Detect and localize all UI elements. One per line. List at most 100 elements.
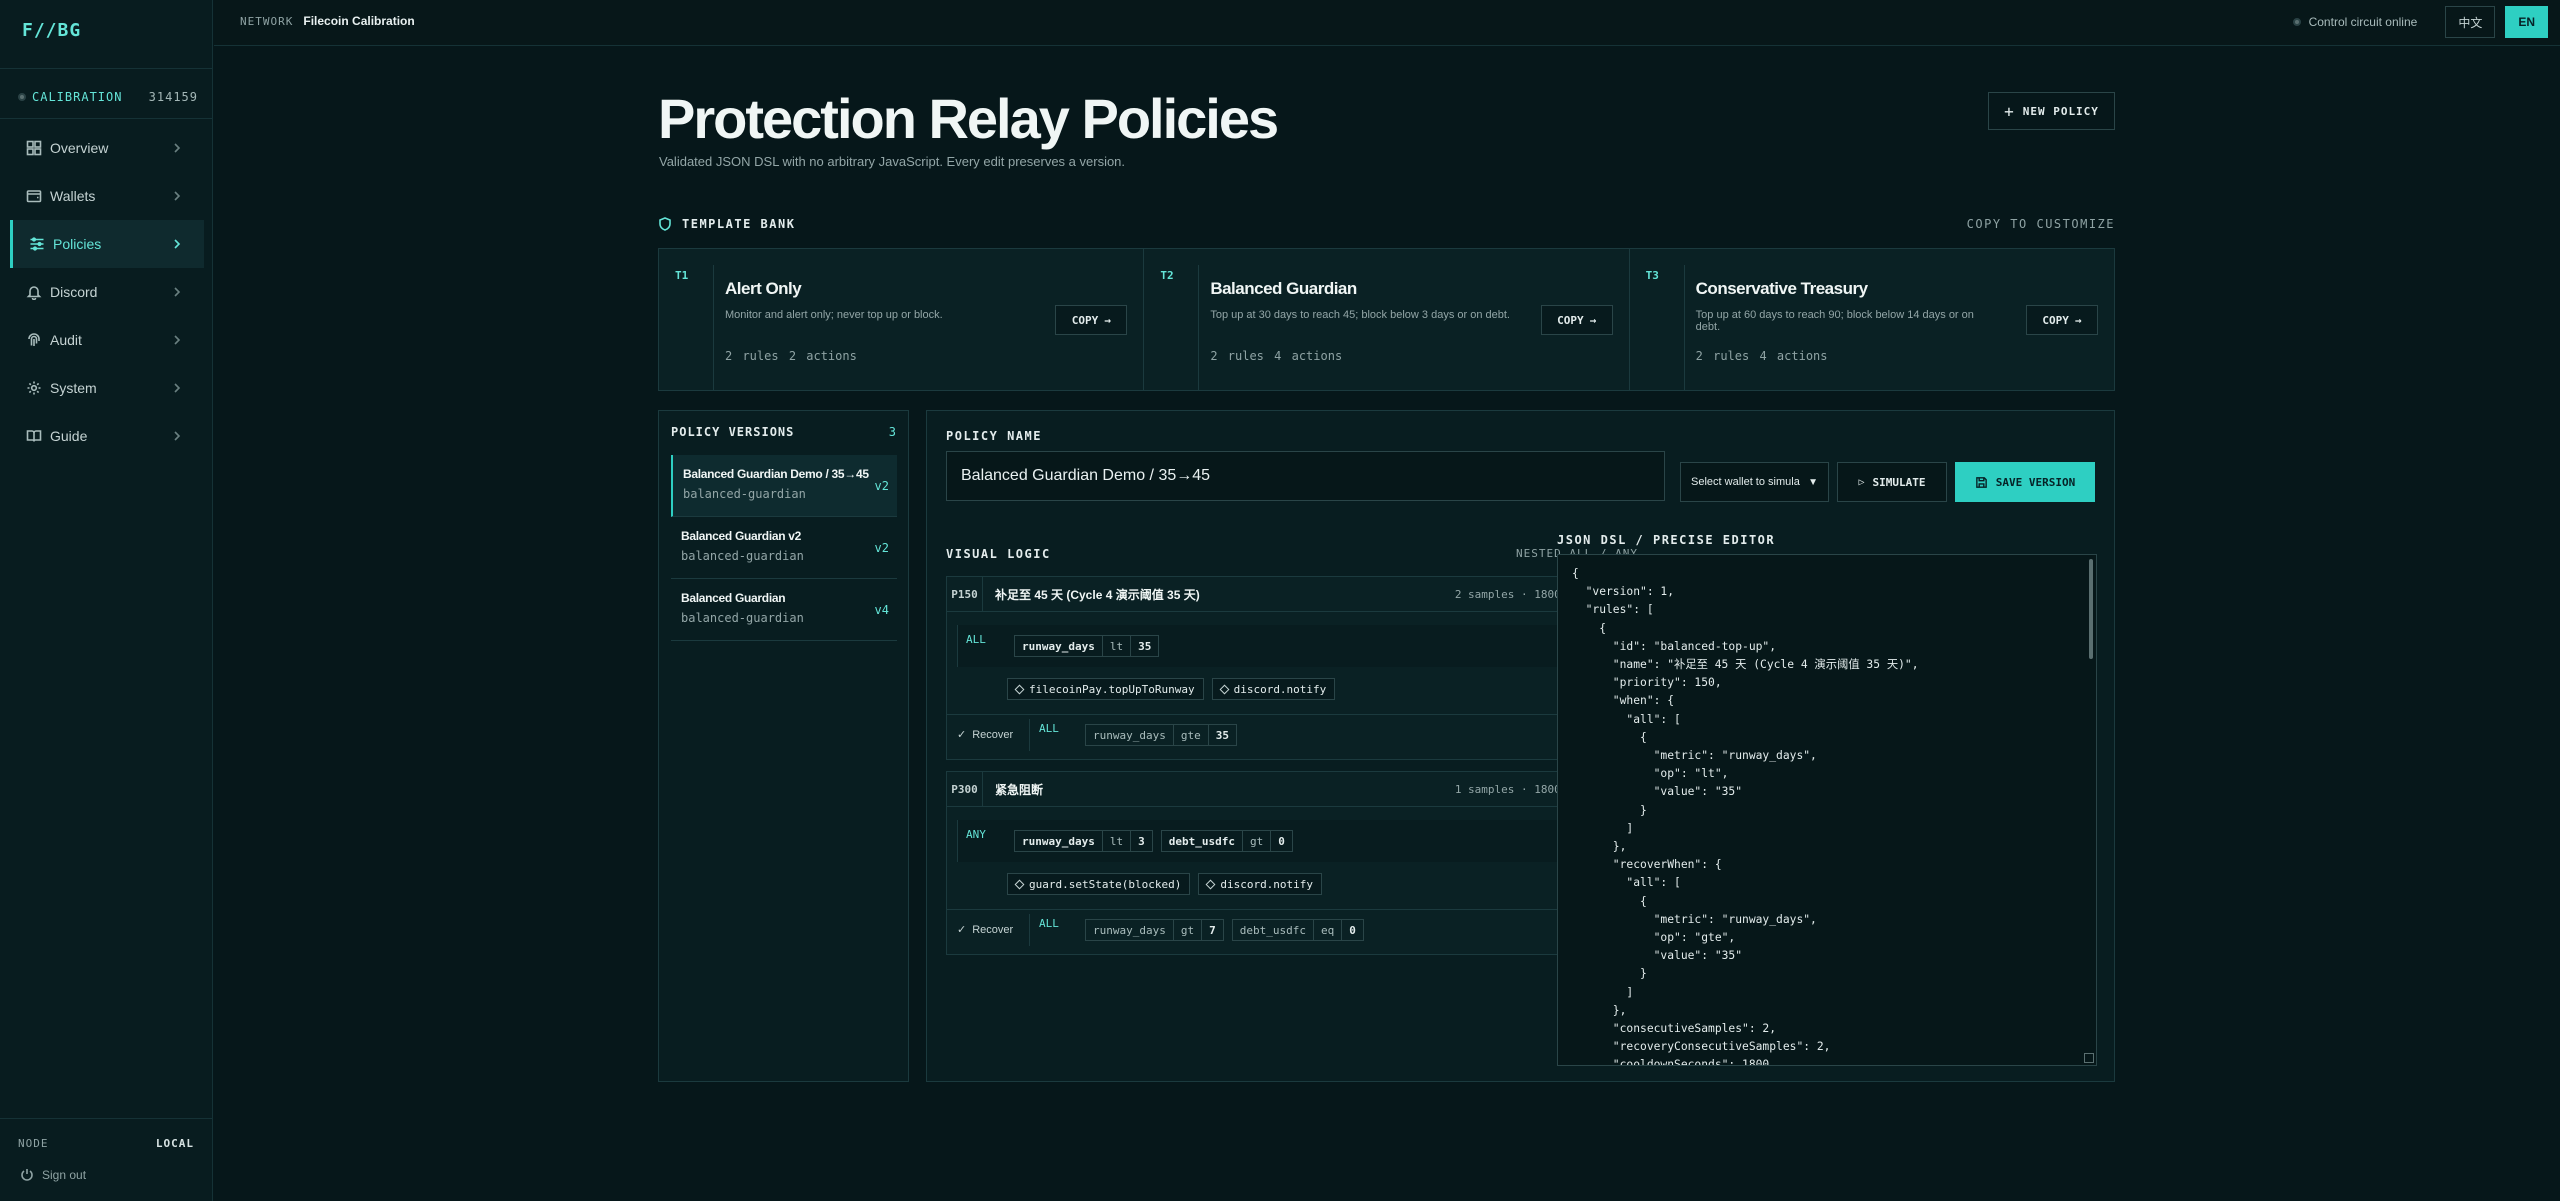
group-operator[interactable]: ALL [1039,917,1059,930]
rule-name: 补足至 45 天 (Cycle 4 演示阈值 35 天) [995,587,1200,602]
simulate-button[interactable]: ▷ SIMULATE [1837,462,1947,502]
condition-chip[interactable]: runway_days gte 35 [1085,724,1237,746]
page-title: Protection Relay Policies [658,87,1279,150]
copy-template-button[interactable]: COPY → [1540,305,1613,335]
template-bank-hint: COPY TO CUSTOMIZE [1966,217,2115,231]
fingerprint-icon [28,333,40,346]
network-name: CALIBRATION [32,90,123,104]
check-icon: ✓ [957,729,967,741]
gear-icon [27,381,41,395]
template-card: T1 Alert Only Monitor and alert only; ne… [659,249,1145,390]
diamond-icon [1014,879,1025,889]
json-editor[interactable]: { "version": 1, "rules": [ { "id": "bala… [1557,554,2097,1066]
json-editor-label: JSON DSL / PRECISE EDITOR [1557,533,1776,547]
condition-metric: runway_days [1086,725,1174,745]
template-desc: Top up at 30 days to reach 45; block bel… [1210,309,1510,321]
condition-chip[interactable]: runway_days gt 7 [1085,919,1224,941]
version-name: Balanced Guardian [681,591,786,605]
group-operator[interactable]: ALL [1039,722,1059,735]
arrow-right-icon: → [1589,313,1597,327]
version-item[interactable]: Balanced Guardian v2 balanced-guardian v… [671,517,897,579]
play-icon: ▷ [1858,476,1865,488]
resize-handle-icon[interactable] [2084,1053,2094,1063]
app-logo[interactable]: F//BG [22,20,81,41]
group-operator[interactable]: ANY [966,828,986,841]
sidebar-item-label: System [50,380,97,396]
policy-editor: POLICY NAME Balanced Guardian Demo / 35→… [926,410,2115,1082]
json-scrollbar[interactable] [2089,559,2093,659]
versions-title: POLICY VERSIONS [671,425,795,439]
version-item[interactable]: Balanced Guardian Demo / 35→45 balanced-… [671,455,897,517]
json-editor-content[interactable]: { "version": 1, "rules": [ { "id": "bala… [1572,565,1919,1065]
group-operator[interactable]: ALL [966,633,986,646]
template-name: Balanced Guardian [1210,279,1357,298]
template-code: T1 [675,269,689,282]
sign-out-button[interactable]: Sign out [20,1168,86,1182]
new-policy-button[interactable]: + NEW POLICY [1988,92,2115,130]
action-chip[interactable]: discord.notify [1211,678,1336,700]
simulate-label: SIMULATE [1872,475,1926,489]
rule-card[interactable]: P150 补足至 45 天 (Cycle 4 演示阈值 35 天) 2 samp… [946,576,1638,760]
topbar-network: NETWORK Filecoin Calibration [240,14,415,28]
sidebar-item-label: Overview [50,140,109,156]
save-version-button[interactable]: SAVE VERSION [1955,462,2095,502]
sidebar-item-discord[interactable]: Discord [10,268,204,316]
action-name: guard.setState(blocked) [1029,877,1182,891]
template-divider [1683,265,1685,390]
version-slug: balanced-guardian [681,549,804,563]
rule-card[interactable]: P300 紧急阻断 1 samples · 1800s cooldown ANY… [946,771,1638,955]
condition-chip[interactable]: debt_usdfc eq 0 [1231,919,1364,941]
version-name: Balanced Guardian Demo / 35→45 [683,467,869,481]
action-name: discord.notify [1220,877,1314,891]
template-divider [713,265,714,390]
arrow-right-icon: → [2074,313,2082,327]
sidebar-item-wallets[interactable]: Wallets [10,172,204,220]
condition-list: runway_days lt 35 [1014,635,1160,657]
condition-op: gt [1243,831,1272,851]
save-icon [1975,476,1987,488]
template-name: Conservative Treasury [1695,279,1868,298]
condition-value: 0 [1349,923,1356,937]
template-divider [1198,265,1200,390]
sidebar-divider [0,118,213,119]
recover-group: ✓ Recover ALL runway_days gt 7 debt_usdfc… [947,909,1637,949]
condition-chip[interactable]: debt_usdfc gt 0 [1160,830,1293,852]
condition-metric: debt_usdfc [1233,920,1314,940]
action-chip[interactable]: filecoinPay.topUpToRunway [1007,678,1204,700]
save-version-label: SAVE VERSION [1995,475,2076,489]
action-name: filecoinPay.topUpToRunway [1029,682,1195,696]
copy-label: COPY [1557,313,1584,327]
sidebar-item-policies[interactable]: Policies [10,220,204,268]
condition-value: 35 [1215,728,1229,742]
copy-template-button[interactable]: COPY → [2025,305,2098,335]
condition-chip[interactable]: runway_days lt 35 [1014,635,1160,657]
wallet-select[interactable]: Select wallet to simula ▼ [1680,462,1829,502]
policy-name-input[interactable]: Balanced Guardian Demo / 35→45 [946,451,1665,501]
lang-en-button[interactable]: EN [2505,6,2548,38]
template-rules: 2 rules [1210,349,1264,363]
wallet-icon [26,190,42,203]
network-indicator: CALIBRATION 314159 [18,88,198,106]
sidebar-item-overview[interactable]: Overview [10,124,204,172]
new-policy-label: NEW POLICY [2022,104,2099,118]
lang-zh-button[interactable]: 中文 [2445,6,2496,38]
action-chip[interactable]: guard.setState(blocked) [1007,873,1191,895]
wallet-select-value: Select wallet to simula [1691,476,1800,488]
status-dot-icon [2292,18,2301,26]
copy-label: COPY [2042,313,2069,327]
shield-icon [659,217,671,231]
action-chip[interactable]: discord.notify [1198,873,1323,895]
copy-label: COPY [1071,313,1099,327]
sidebar-item-guide[interactable]: Guide [10,412,204,460]
topbar: NETWORK Filecoin Calibration Control cir… [214,0,2560,46]
sidebar-item-audit[interactable]: Audit [10,316,204,364]
condition-op: lt [1103,831,1132,851]
recover-group: ✓ Recover ALL runway_days gte 35 [947,714,1637,754]
copy-template-button[interactable]: COPY → [1055,305,1128,335]
sidebar-item-system[interactable]: System [10,364,204,412]
template-actions: 2 actions [788,349,857,363]
condition-chip[interactable]: runway_days lt 3 [1014,830,1153,852]
version-item[interactable]: Balanced Guardian balanced-guardian v4 [671,579,897,641]
condition-list: runway_days lt 3 debt_usdfc gt 0 [1014,830,1293,852]
recover-label: ✓ Recover [957,728,1013,742]
